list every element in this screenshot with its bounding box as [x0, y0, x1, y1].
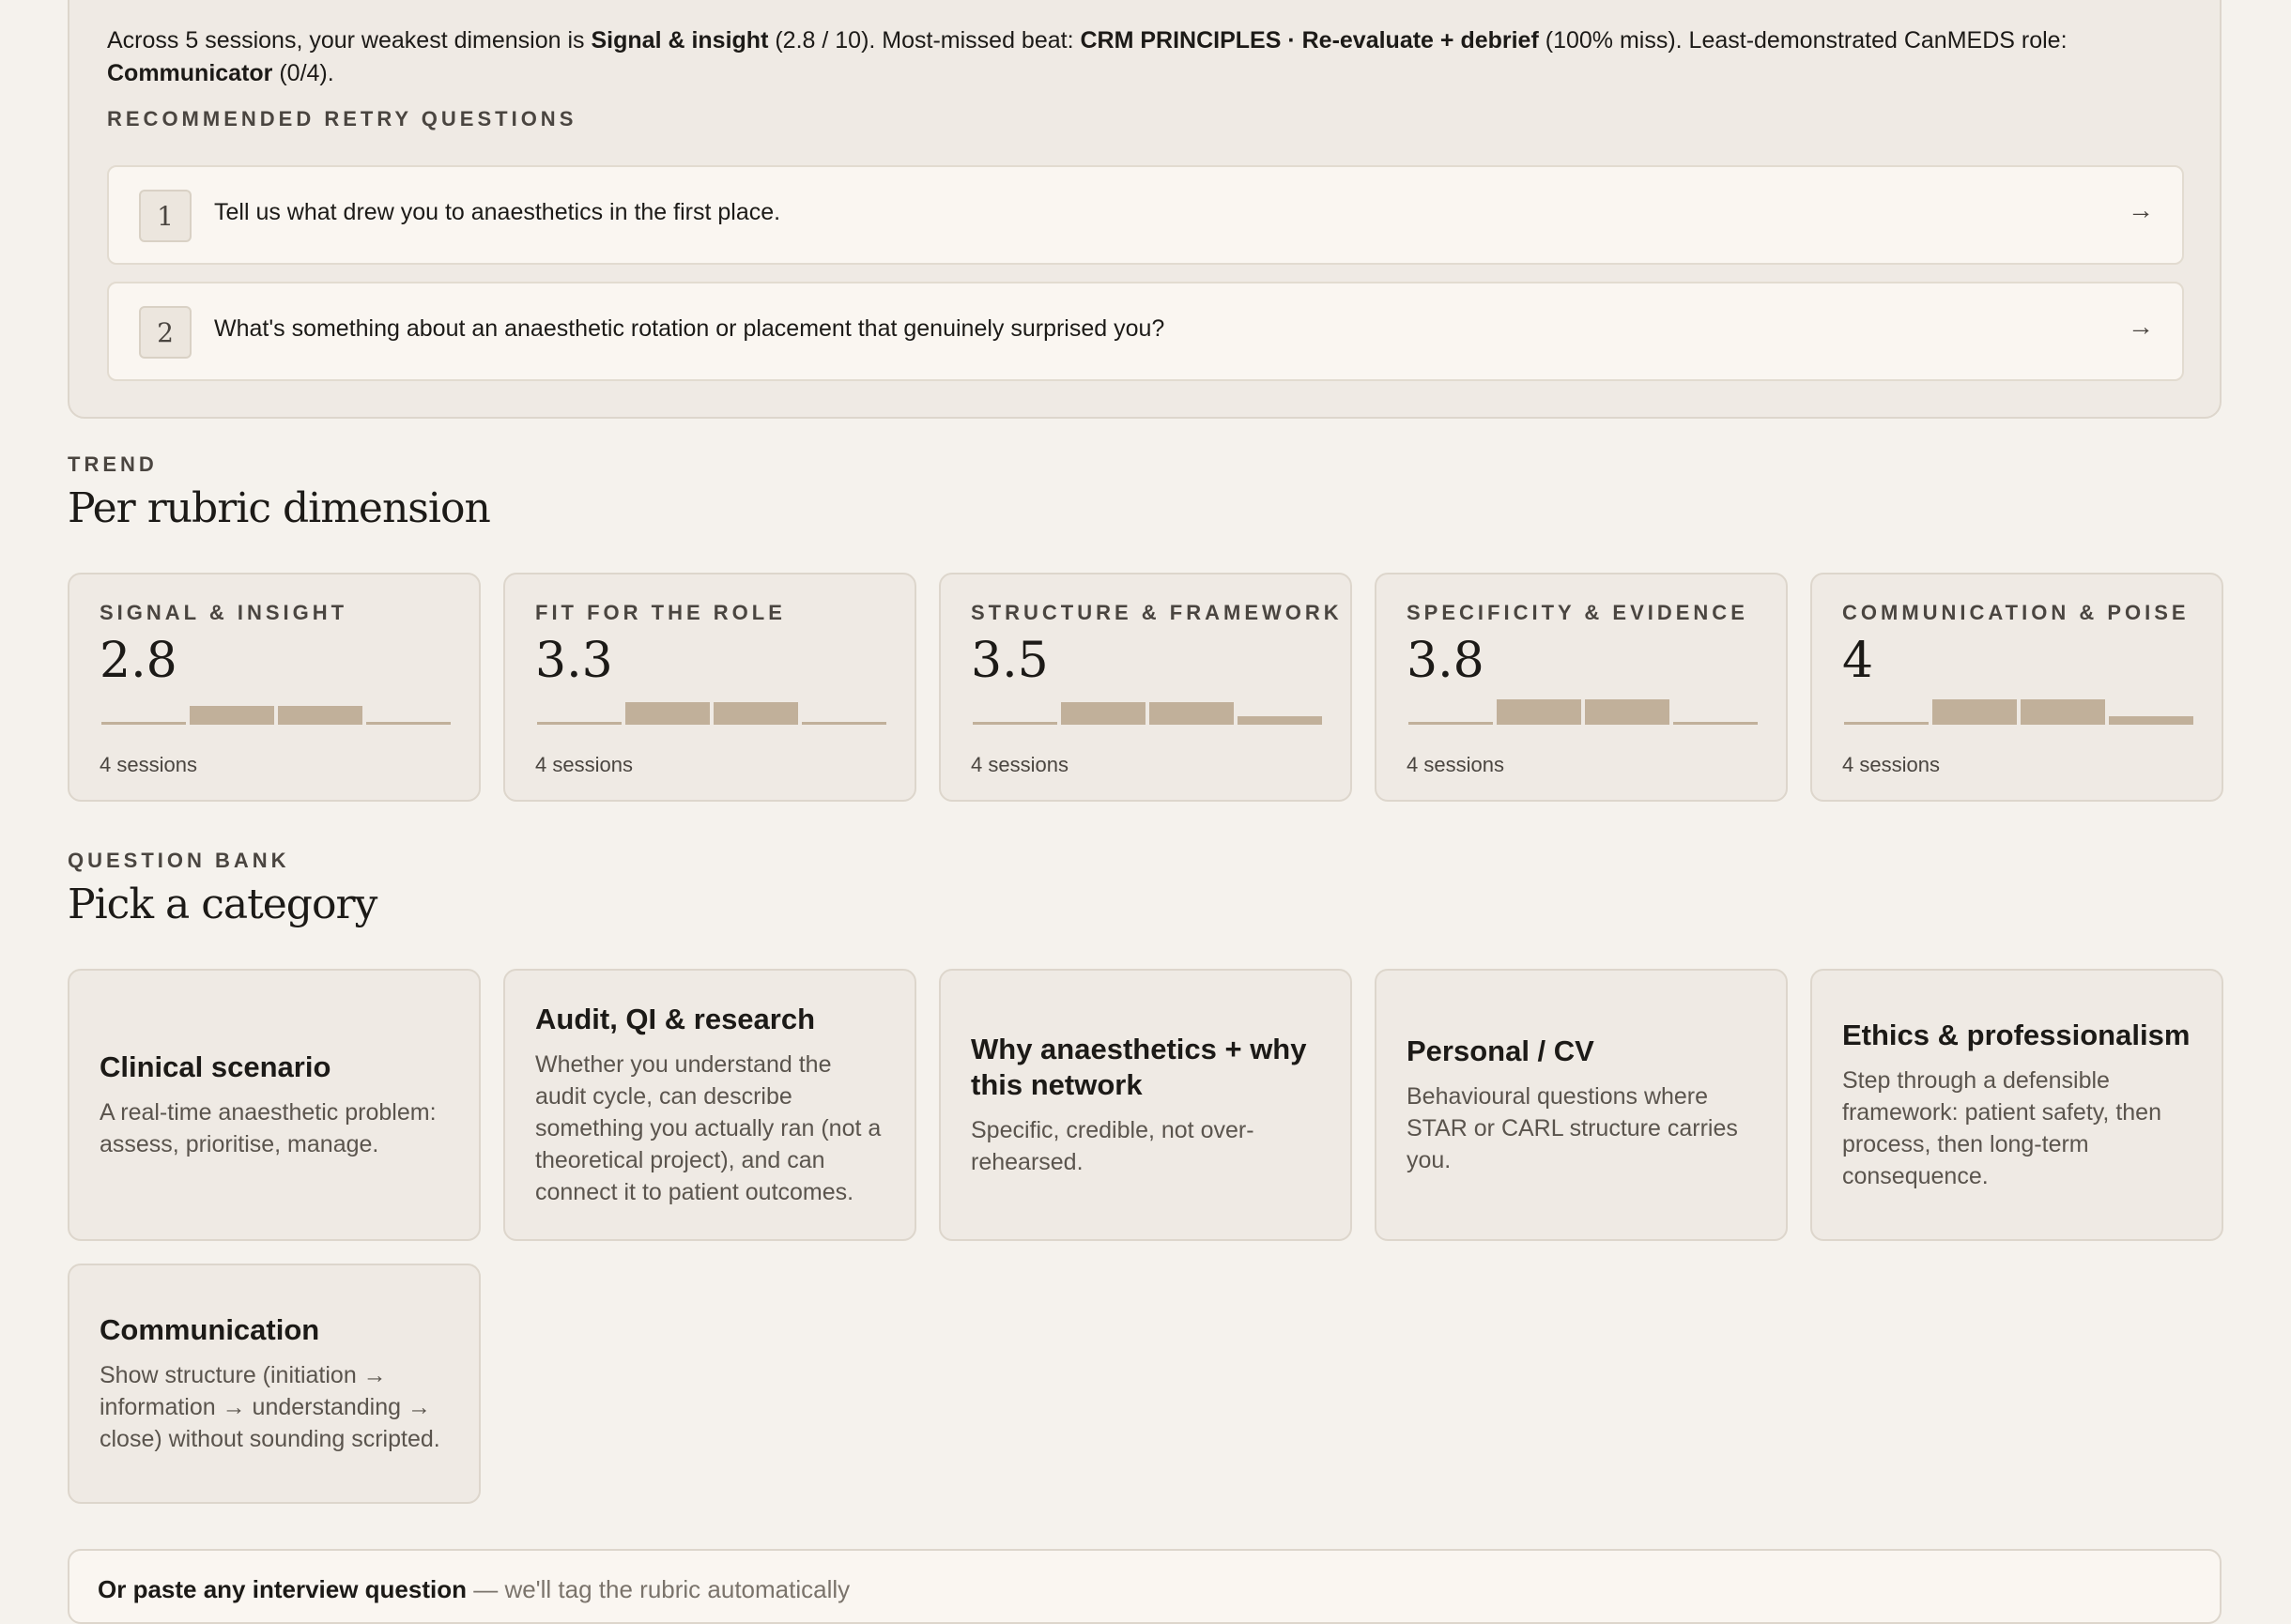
retry-question-item[interactable]: 1 Tell us what drew you to anaesthetics …	[107, 165, 2184, 265]
trend-card: COMMUNICATION & POISE 4 4 sessions	[1810, 573, 2223, 802]
trend-card-sessions: 4 sessions	[1407, 753, 1504, 776]
trend-card-label: FIT FOR THE ROLE	[535, 601, 786, 624]
category-title: Communication	[100, 1313, 320, 1346]
trend-bar	[1844, 722, 1929, 725]
trend-sparkbars	[537, 693, 886, 725]
missed-pct: (100% miss). Least-demonstrated CanMEDS …	[1538, 27, 2068, 54]
weakest-dimension: Signal & insight	[591, 27, 769, 54]
role-score: (0/4).	[272, 60, 334, 86]
trend-bar	[278, 706, 362, 725]
category-title: Personal / CV	[1407, 1034, 1594, 1067]
category-title: Audit, QI & research	[535, 1003, 816, 1035]
summary-prefix: Across 5 sessions, your weakest dimensio…	[107, 27, 592, 54]
trend-card-score: 2.8	[100, 633, 177, 689]
insight-summary-panel: Across 5 sessions, your weakest dimensio…	[68, 0, 2222, 419]
trend-card: STRUCTURE & FRAMEWORK 3.5 4 sessions	[939, 573, 1352, 802]
trend-bar	[625, 702, 710, 725]
category-description: Whether you understand the audit cycle, …	[535, 1051, 882, 1205]
trend-card-sessions: 4 sessions	[100, 753, 197, 776]
trend-bar	[1408, 722, 1493, 725]
trend-bar	[802, 722, 886, 725]
trend-card-score: 3.8	[1407, 633, 1484, 689]
trend-bar	[1238, 716, 1322, 725]
trend-bar	[2109, 716, 2193, 725]
trend-card-label: SPECIFICITY & EVIDENCE	[1407, 601, 1748, 624]
trend-card-label: SIGNAL & INSIGHT	[100, 601, 348, 624]
trend-bar	[2021, 699, 2105, 725]
trend-card-sessions: 4 sessions	[1842, 753, 1940, 776]
retry-questions-label: RECOMMENDED RETRY QUESTIONS	[107, 107, 577, 130]
trend-sparkbars	[101, 693, 451, 725]
weakest-score: (2.8 / 10). Most-missed beat:	[768, 27, 1081, 54]
trend-bar	[537, 722, 622, 725]
most-missed-beat: CRM PRINCIPLES · Re-evaluate + debrief	[1080, 27, 1539, 54]
category-description: Show structure (initiation → information…	[100, 1362, 440, 1452]
category-description: A real-time anaesthetic problem: assess,…	[100, 1099, 437, 1157]
trend-sparkbars	[1408, 693, 1758, 725]
trend-bar	[1673, 722, 1758, 725]
paste-question-title: Or paste any interview question	[98, 1575, 467, 1603]
arrow-right-icon: →	[2128, 195, 2154, 224]
category-card-clinical-scenario[interactable]: Clinical scenario A real-time anaestheti…	[68, 969, 481, 1241]
trend-bar	[190, 706, 274, 725]
trend-bar	[1149, 702, 1234, 725]
trend-card-label: COMMUNICATION & POISE	[1842, 601, 2190, 624]
trend-card: SPECIFICITY & EVIDENCE 3.8 4 sessions	[1375, 573, 1788, 802]
category-card-communication[interactable]: Communication Show structure (initiation…	[68, 1264, 481, 1504]
trend-bar	[1497, 699, 1581, 725]
category-card-personal-cv[interactable]: Personal / CV Behavioural questions wher…	[1375, 969, 1788, 1241]
question-bank-eyebrow: QUESTION BANK	[68, 849, 290, 872]
question-bank-title: Pick a category	[68, 881, 377, 928]
trend-card-sessions: 4 sessions	[971, 753, 1069, 776]
category-description: Specific, credible, not over-rehearsed.	[971, 1117, 1254, 1175]
paste-question-card[interactable]: Or paste any interview question — we'll …	[68, 1549, 2222, 1624]
trend-eyebrow: TREND	[68, 452, 158, 476]
trend-card: FIT FOR THE ROLE 3.3 4 sessions	[503, 573, 916, 802]
category-card-why-anaesthetics[interactable]: Why anaesthetics + why this network Spec…	[939, 969, 1352, 1241]
trend-bar	[1061, 702, 1146, 725]
least-demonstrated-role: Communicator	[107, 60, 273, 86]
trend-card-score: 3.3	[535, 633, 613, 689]
retry-question-text: What's something about an anaesthetic ro…	[214, 315, 1165, 342]
trend-bar	[366, 722, 451, 725]
category-title: Ethics & professionalism	[1842, 1019, 2191, 1051]
trend-bar	[1932, 699, 2017, 725]
trend-bar	[973, 722, 1057, 725]
retry-question-text: Tell us what drew you to anaesthetics in…	[214, 199, 781, 225]
category-card-ethics-professionalism[interactable]: Ethics & professionalism Step through a …	[1810, 969, 2223, 1241]
category-description: Behavioural questions where STAR or CARL…	[1407, 1083, 1738, 1173]
trend-title: Per rubric dimension	[68, 484, 491, 532]
retry-question-item[interactable]: 2 What's something about an anaesthetic …	[107, 282, 2184, 381]
trend-bar	[714, 702, 798, 725]
trend-sparkbars	[1844, 693, 2193, 725]
category-title: Why anaesthetics + why this network	[971, 1033, 1307, 1101]
trend-sparkbars	[973, 693, 1322, 725]
trend-card-sessions: 4 sessions	[535, 753, 633, 776]
arrow-right-icon: →	[2128, 312, 2154, 341]
trend-card-label: STRUCTURE & FRAMEWORK	[971, 601, 1343, 624]
category-card-audit-qi-research[interactable]: Audit, QI & research Whether you underst…	[503, 969, 916, 1241]
retry-number: 2	[139, 306, 192, 359]
retry-number: 1	[139, 190, 192, 242]
trend-bar	[101, 722, 186, 725]
trend-card-score: 4	[1842, 633, 1874, 689]
trend-bar	[1585, 699, 1669, 725]
trend-card: SIGNAL & INSIGHT 2.8 4 sessions	[68, 573, 481, 802]
paste-question-text: Or paste any interview question — we'll …	[98, 1575, 850, 1604]
trend-card-score: 3.5	[971, 633, 1049, 689]
summary-text: Across 5 sessions, your weakest dimensio…	[107, 24, 2182, 90]
paste-question-sub: — we'll tag the rubric automatically	[467, 1575, 851, 1603]
category-title: Clinical scenario	[100, 1050, 331, 1083]
category-description: Step through a defensible framework: pat…	[1842, 1067, 2161, 1189]
